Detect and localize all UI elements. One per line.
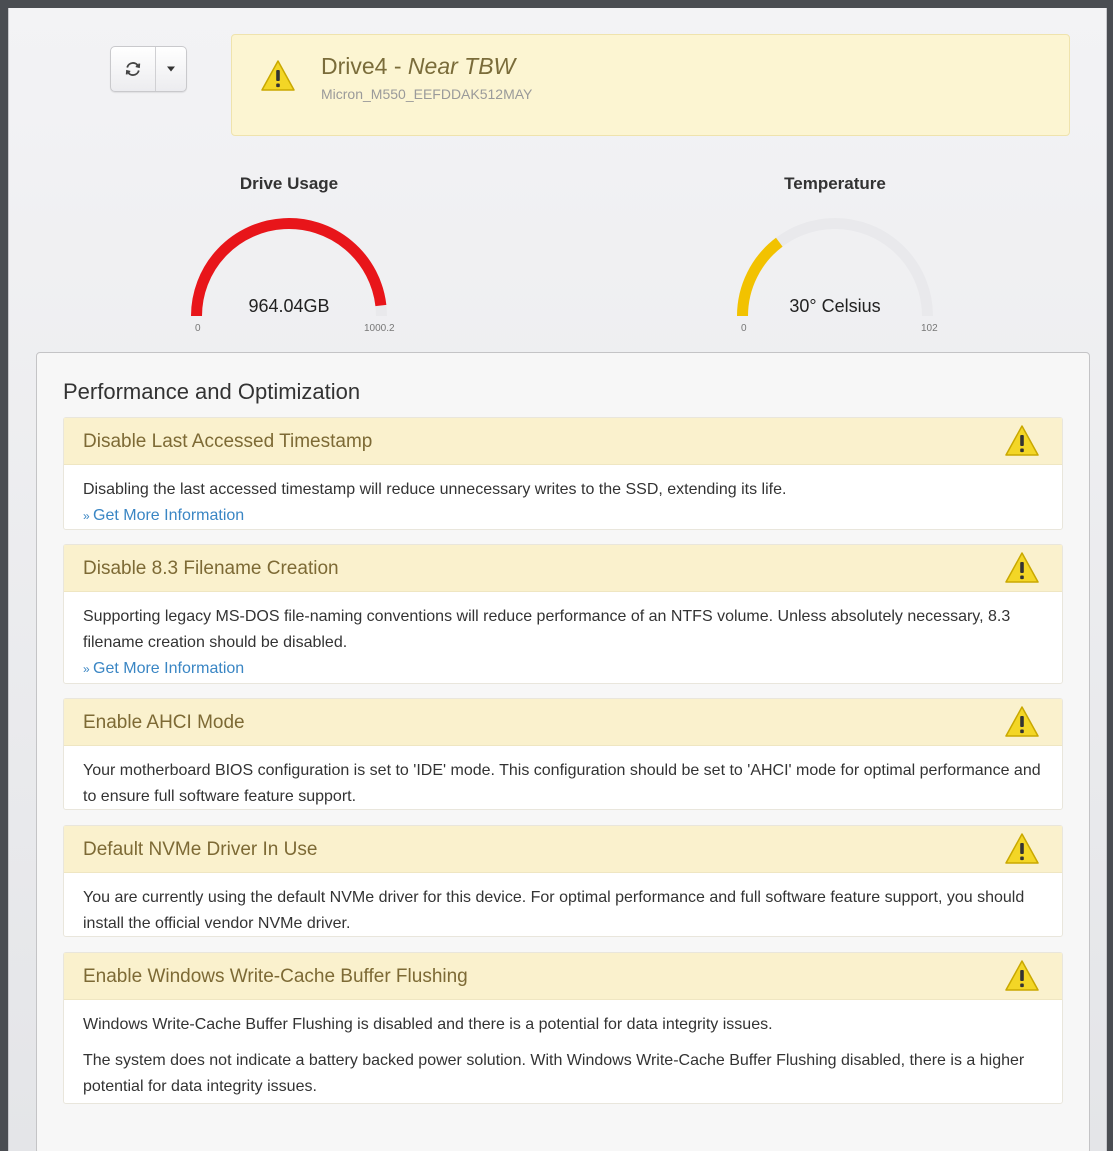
item-body: Your motherboard BIOS configuration is s… — [64, 746, 1062, 820]
performance-panel: Performance and Optimization Disable Las… — [36, 352, 1090, 1151]
drive-usage-gauge: Drive Usage 964.04GB 0 1000.2 — [159, 174, 419, 334]
item-header: Enable AHCI Mode — [64, 699, 1062, 746]
caret-down-icon — [167, 66, 175, 72]
warning-icon — [261, 60, 295, 91]
gauge-min-label: 0 — [741, 323, 747, 334]
item-description: The system does not indicate a battery b… — [83, 1052, 1025, 1095]
item-title: Disable Last Accessed Timestamp — [83, 431, 373, 452]
item-description: Supporting legacy MS-DOS file-naming con… — [83, 608, 1011, 651]
get-more-information-link[interactable]: » Get More Information — [83, 507, 244, 524]
item-description: Your motherboard BIOS configuration is s… — [83, 762, 1041, 805]
gauge-title: Temperature — [784, 174, 886, 193]
drive-title: Drive4 - Near TBW — [321, 53, 515, 80]
drive-status-banner: Drive4 - Near TBW Micron_M550_EEFDDAK512… — [231, 34, 1070, 136]
item-description: Windows Write-Cache Buffer Flushing is d… — [83, 1016, 773, 1033]
warning-icon — [1005, 706, 1039, 737]
item-title: Enable AHCI Mode — [83, 712, 245, 733]
item-body: Supporting legacy MS-DOS file-naming con… — [64, 592, 1062, 692]
warning-icon — [1005, 425, 1039, 456]
warning-icon — [1005, 833, 1039, 864]
link-label: Get More Information — [93, 660, 245, 677]
refresh-button[interactable] — [111, 47, 156, 91]
optimization-item: Enable Windows Write-Cache Buffer Flushi… — [63, 952, 1063, 1104]
item-header: Disable Last Accessed Timestamp — [64, 418, 1062, 465]
panel-title: Performance and Optimization — [63, 379, 361, 404]
gauge-min-label: 0 — [195, 323, 201, 334]
temperature-gauge: Temperature 30° Celsius 0 102 — [705, 174, 965, 334]
warning-icon — [1005, 552, 1039, 583]
link-label: Get More Information — [93, 507, 245, 524]
gauge-max-label: 102 — [921, 323, 938, 334]
refresh-dropdown-button[interactable] — [156, 47, 186, 91]
item-title: Default NVMe Driver In Use — [83, 839, 318, 860]
drive-status: Near TBW — [407, 53, 516, 79]
item-title: Enable Windows Write-Cache Buffer Flushi… — [83, 966, 468, 987]
item-description: You are currently using the default NVMe… — [83, 889, 1025, 932]
drive-title-separator: - — [387, 53, 408, 79]
warning-icon — [1005, 960, 1039, 991]
item-header: Default NVMe Driver In Use — [64, 826, 1062, 873]
item-body: You are currently using the default NVMe… — [64, 873, 1062, 947]
get-more-information-link[interactable]: » Get More Information — [83, 660, 244, 677]
gauge-value: 964.04GB — [248, 296, 330, 316]
gauge-value: 30° Celsius — [789, 296, 881, 316]
item-body: Disabling the last accessed timestamp wi… — [64, 465, 1062, 539]
refresh-split-button[interactable] — [110, 46, 187, 92]
item-header: Enable Windows Write-Cache Buffer Flushi… — [64, 953, 1062, 1000]
drive-model: Micron_M550_EEFDDAK512MAY — [321, 86, 533, 102]
optimization-item: Disable 8.3 Filename Creation Supporting… — [63, 544, 1063, 684]
item-body: Windows Write-Cache Buffer Flushing is d… — [64, 1000, 1062, 1110]
item-title: Disable 8.3 Filename Creation — [83, 558, 339, 579]
item-header: Disable 8.3 Filename Creation — [64, 545, 1062, 592]
optimization-item: Disable Last Accessed Timestamp Disablin… — [63, 417, 1063, 530]
gauge-max-label: 1000.2 — [364, 323, 395, 334]
optimization-item: Enable AHCI Mode Your motherboard BIOS c… — [63, 698, 1063, 810]
gauge-title: Drive Usage — [239, 174, 339, 193]
drive-name: Drive4 — [321, 53, 388, 79]
app-window: Drive4 - Near TBW Micron_M550_EEFDDAK512… — [8, 8, 1107, 1151]
refresh-icon — [125, 62, 141, 76]
item-description: Disabling the last accessed timestamp wi… — [83, 481, 787, 498]
optimization-item: Default NVMe Driver In Use You are curre… — [63, 825, 1063, 937]
